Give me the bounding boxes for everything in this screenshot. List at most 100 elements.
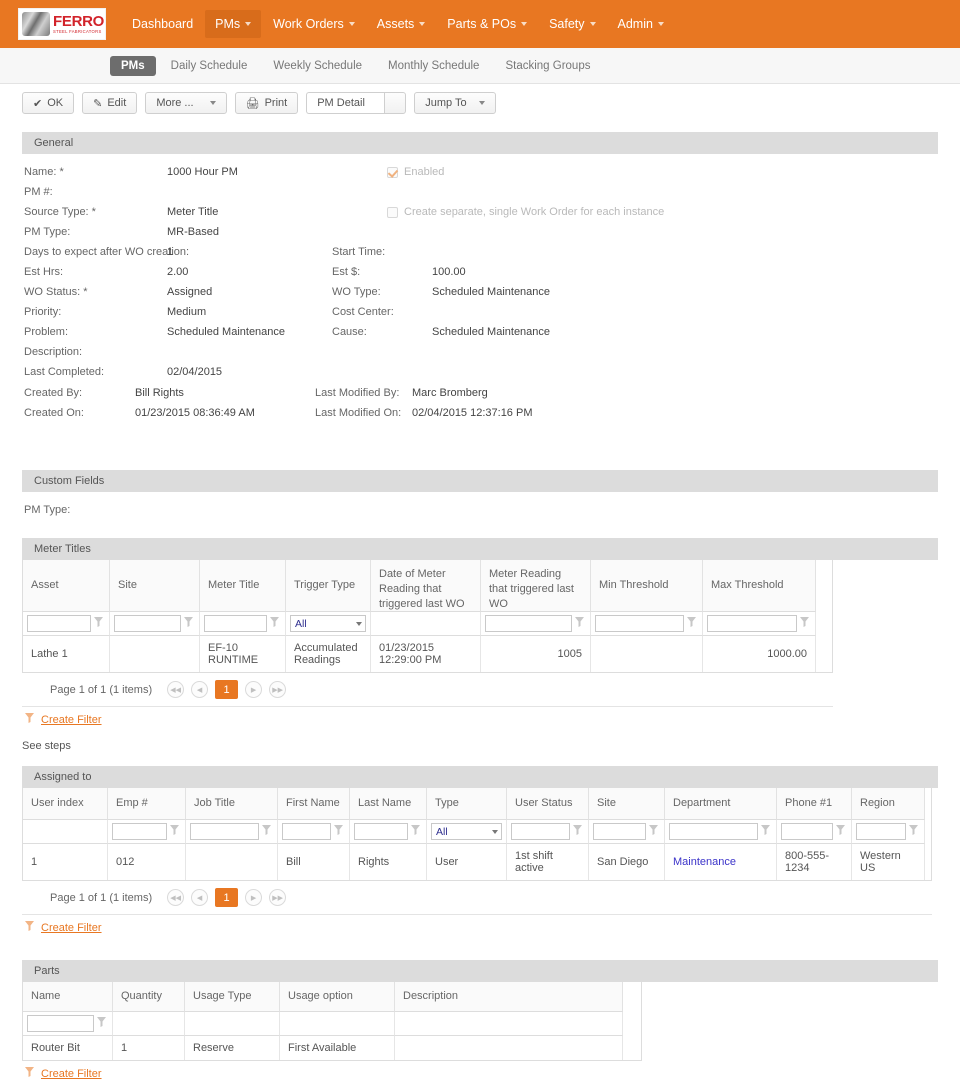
tab-monthly-schedule[interactable]: Monthly Schedule [377,56,490,76]
column-header[interactable]: Region [852,788,925,820]
funnel-icon[interactable] [97,1017,108,1030]
column-header[interactable]: Phone #1 [777,788,852,820]
column-header[interactable]: Site [110,560,200,612]
funnel-icon[interactable] [687,617,698,630]
tab-daily-schedule[interactable]: Daily Schedule [160,56,259,76]
funnel-icon[interactable] [170,825,181,838]
first-page-button[interactable]: ◀◀ [167,681,185,698]
last-page-button[interactable]: ▶▶ [269,889,287,906]
column-header[interactable]: Trigger Type [286,560,371,612]
column-header[interactable]: Quantity [113,982,185,1012]
column-header[interactable]: Type [427,788,507,820]
filter-input[interactable] [282,823,331,840]
filter-input[interactable] [593,823,646,840]
create-filter-link[interactable]: Create Filter [41,922,102,934]
view-selector[interactable]: PM Detail [306,92,407,114]
nav-item-pms[interactable]: PMs [205,10,262,38]
filter-input[interactable] [204,615,267,632]
page-number-1[interactable]: 1 [215,680,239,699]
nav-item-dashboard[interactable]: Dashboard [122,10,203,38]
filter-input[interactable] [707,615,797,632]
first-page-button[interactable]: ◀◀ [167,889,185,906]
filter-input[interactable] [781,823,833,840]
funnel-icon[interactable] [836,825,847,838]
funnel-icon[interactable] [761,825,772,838]
enabled-checkbox[interactable] [387,167,398,178]
filter-select[interactable]: All [431,823,502,840]
nav-item-admin[interactable]: Admin [608,10,674,38]
nav-item-work-orders[interactable]: Work Orders [263,10,365,38]
filter-input[interactable] [669,823,758,840]
nav-item-assets[interactable]: Assets [367,10,436,38]
column-header[interactable]: User index [23,788,108,820]
view-selector-value[interactable]: PM Detail [306,92,385,114]
funnel-icon[interactable] [649,825,660,838]
company-logo[interactable]: FERRO STEEL FABRICATORS [18,8,106,40]
column-header[interactable]: Emp # [108,788,186,820]
column-header[interactable]: First Name [278,788,350,820]
column-header[interactable]: Date of Meter Reading that triggered las… [371,560,481,612]
filter-input[interactable] [27,615,91,632]
ok-button[interactable]: ✔ OK [22,92,75,114]
funnel-icon[interactable] [575,617,586,630]
filter-input[interactable] [354,823,408,840]
assigned-create-filter[interactable]: Create Filter [22,915,938,940]
table-row[interactable]: 1 012 Bill Rights User 1st shift active San Di… [23,844,931,880]
filter-input[interactable] [114,615,181,632]
filter-input[interactable] [190,823,259,840]
filter-input[interactable] [27,1015,94,1032]
column-header[interactable]: Meter Title [200,560,286,612]
nav-item-parts-pos[interactable]: Parts & POs [437,10,537,38]
table-row[interactable]: Lathe 1 EF-10 RUNTIME Accumulated Readings… [23,636,832,672]
prev-page-button[interactable]: ◀ [191,889,209,906]
filter-input[interactable] [112,823,167,840]
filter-select[interactable]: All [290,615,366,632]
next-page-button[interactable]: ▶ [245,889,263,906]
funnel-icon[interactable] [909,825,920,838]
meter-create-filter[interactable]: Create Filter [22,707,938,732]
tab-stacking-groups[interactable]: Stacking Groups [494,56,601,76]
column-header[interactable]: Description [395,982,623,1012]
column-header[interactable]: Name [23,982,113,1012]
create-filter-link[interactable]: Create Filter [41,714,102,726]
funnel-icon[interactable] [94,617,105,630]
column-header[interactable]: Min Threshold [591,560,703,612]
funnel-icon[interactable] [262,825,273,838]
funnel-icon[interactable] [184,617,195,630]
column-header[interactable]: Asset [23,560,110,612]
funnel-icon[interactable] [800,617,811,630]
jump-to-button[interactable]: Jump To [414,92,496,114]
separate-wo-checkbox[interactable] [387,207,398,218]
parts-create-filter[interactable]: Create Filter [22,1061,938,1086]
edit-button[interactable]: ✎ Edit [82,92,138,114]
next-page-button[interactable]: ▶ [245,681,263,698]
last-page-button[interactable]: ▶▶ [269,681,287,698]
print-button[interactable]: 🖨 Print [234,92,299,114]
more-button[interactable]: More ... [145,92,227,114]
prev-page-button[interactable]: ◀ [191,681,209,698]
funnel-icon[interactable] [411,825,422,838]
column-header[interactable]: Usage option [280,982,395,1012]
tab-pms[interactable]: PMs [110,55,156,76]
tab-weekly-schedule[interactable]: Weekly Schedule [262,56,373,76]
column-header[interactable]: Usage Type [185,982,280,1012]
column-header[interactable]: Site [589,788,665,820]
filter-input[interactable] [511,823,570,840]
filter-input[interactable] [485,615,572,632]
table-row[interactable]: Router Bit 1 Reserve First Available [23,1036,641,1060]
filter-input[interactable] [856,823,906,840]
view-selector-arrow[interactable] [384,92,407,114]
column-header[interactable]: Job Title [186,788,278,820]
funnel-icon[interactable] [573,825,584,838]
column-header[interactable]: Max Threshold [703,560,816,612]
filter-input[interactable] [595,615,684,632]
column-header[interactable]: Meter Reading that triggered last WO [481,560,591,612]
create-filter-link[interactable]: Create Filter [41,1068,102,1080]
column-header[interactable]: Department [665,788,777,820]
column-header[interactable]: User Status [507,788,589,820]
nav-item-safety[interactable]: Safety [539,10,605,38]
column-header[interactable]: Last Name [350,788,427,820]
funnel-icon[interactable] [334,825,345,838]
department-link[interactable]: Maintenance [673,856,736,868]
page-number-1[interactable]: 1 [215,888,239,907]
